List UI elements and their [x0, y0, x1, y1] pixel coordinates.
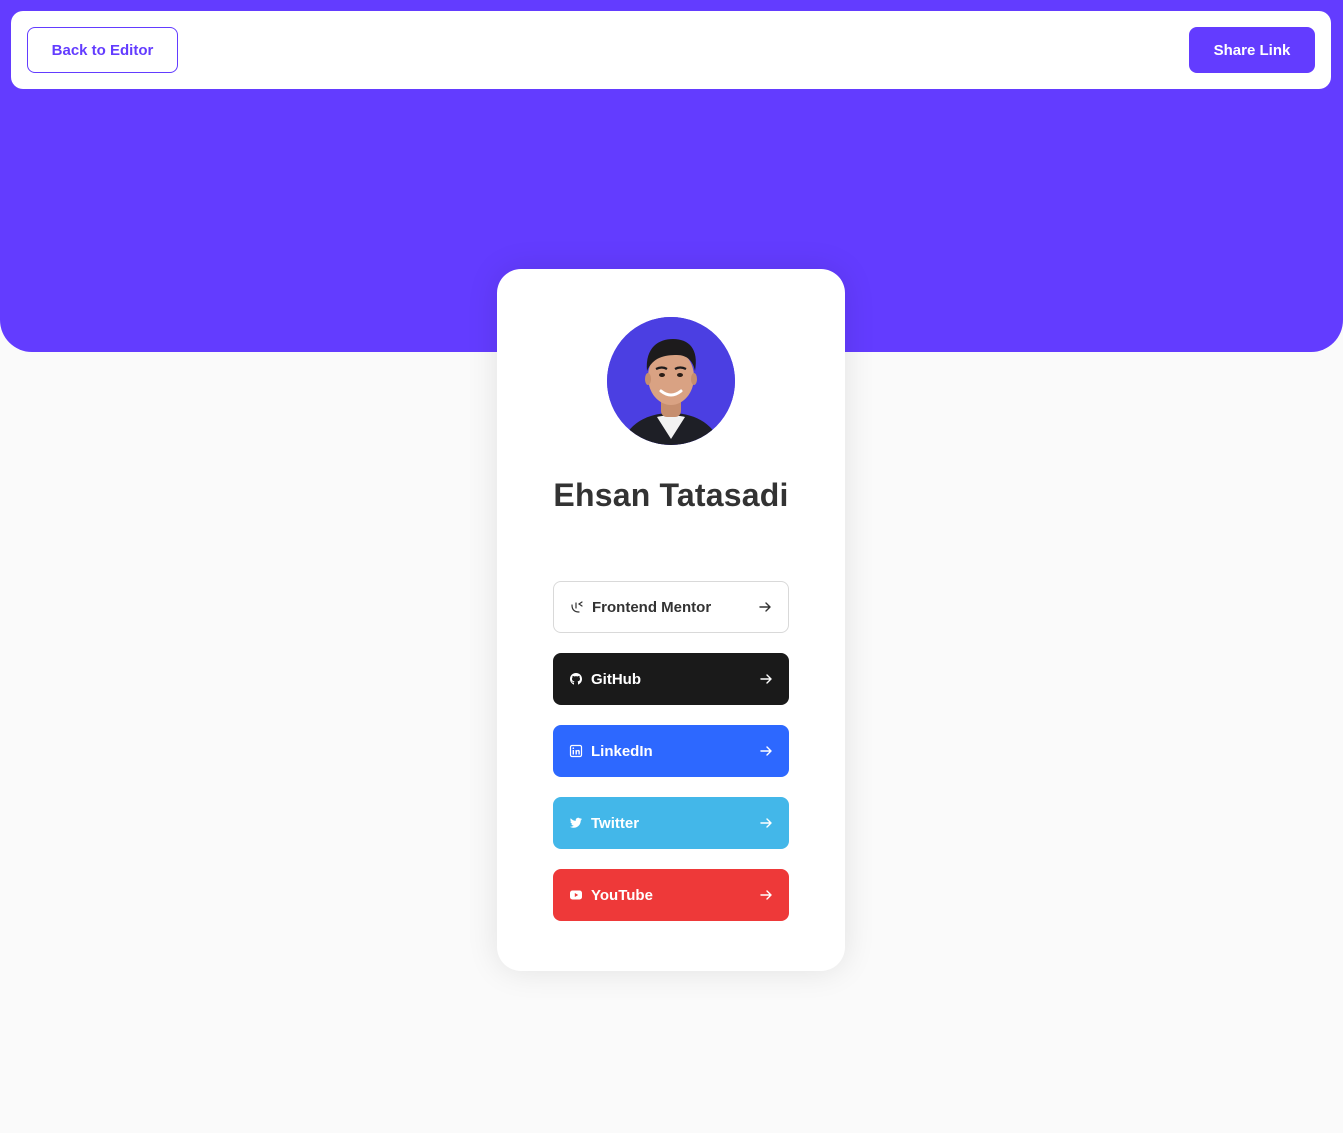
back-to-editor-button[interactable]: Back to Editor — [27, 27, 178, 73]
link-label: LinkedIn — [591, 742, 653, 760]
links-list: Frontend Mentor GitHub LinkedIn Twitter … — [553, 581, 789, 941]
link-linkedin[interactable]: LinkedIn — [553, 725, 789, 777]
frontend-mentor-icon — [570, 600, 584, 614]
link-twitter[interactable]: Twitter — [553, 797, 789, 849]
share-link-button[interactable]: Share Link — [1189, 27, 1315, 73]
arrow-right-icon — [759, 672, 773, 686]
linkedin-icon — [569, 744, 583, 758]
profile-card: Ehsan Tatasadi Frontend Mentor GitHub Li… — [497, 269, 845, 971]
link-label: YouTube — [591, 886, 653, 904]
link-github[interactable]: GitHub — [553, 653, 789, 705]
link-label: Twitter — [591, 814, 640, 832]
profile-photo — [607, 317, 735, 445]
twitter-icon — [569, 816, 583, 830]
arrow-right-icon — [759, 744, 773, 758]
link-frontend-mentor[interactable]: Frontend Mentor — [553, 581, 789, 633]
link-label: Frontend Mentor — [592, 598, 712, 616]
github-icon — [569, 672, 583, 686]
youtube-icon — [569, 888, 583, 902]
profile-name: Ehsan Tatasadi — [553, 477, 789, 513]
avatar — [607, 317, 735, 445]
preview-header: Back to Editor Share Link — [11, 11, 1331, 89]
arrow-right-icon — [758, 600, 772, 614]
arrow-right-icon — [759, 888, 773, 902]
link-youtube[interactable]: YouTube — [553, 869, 789, 921]
link-label: GitHub — [591, 670, 641, 688]
arrow-right-icon — [759, 816, 773, 830]
